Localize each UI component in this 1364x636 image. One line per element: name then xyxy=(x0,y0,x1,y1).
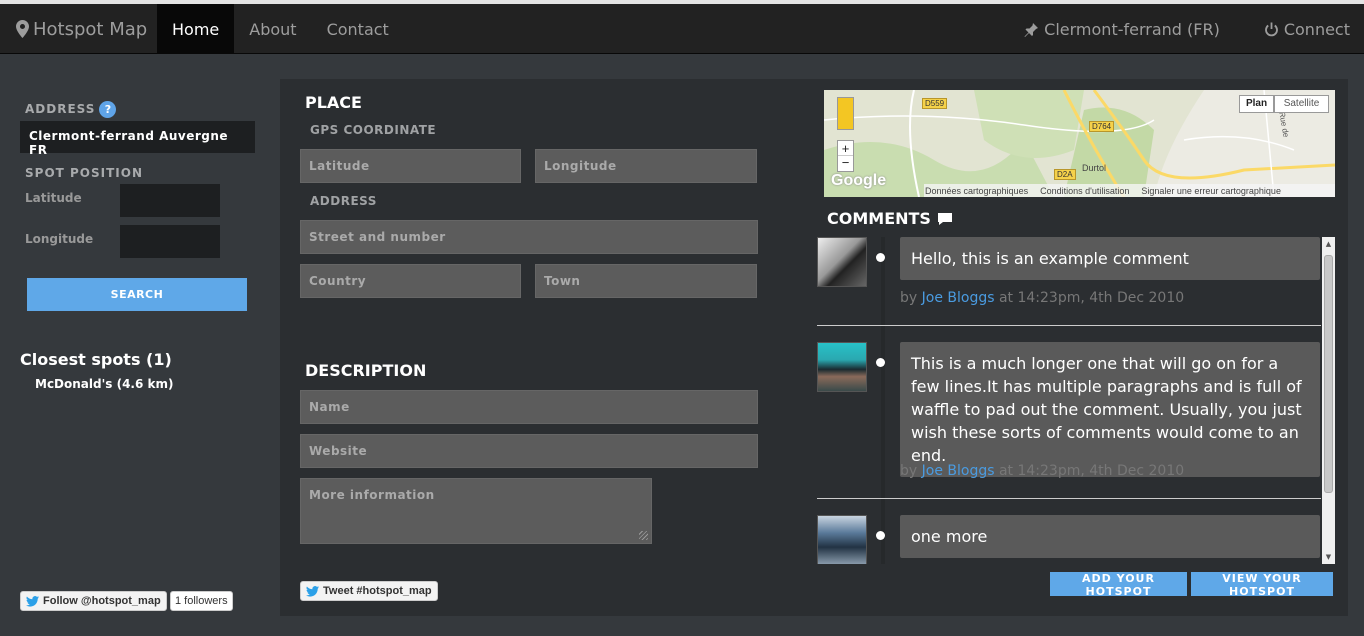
map-pin-icon xyxy=(16,20,29,38)
comments-heading: COMMENTS xyxy=(827,209,953,228)
map-report-link[interactable]: Signaler une erreur cartographique xyxy=(1141,186,1281,196)
map-view[interactable]: D559 D764 Durtol D2A Rue de + − Plan Sat… xyxy=(824,90,1335,197)
address-heading: ADDRESS? xyxy=(25,101,117,118)
map-town-label: Durtol xyxy=(1082,163,1107,173)
place-address-label: ADDRESS xyxy=(310,194,377,208)
comment-text: one more xyxy=(900,515,1320,558)
place-title: PLACE xyxy=(305,93,362,112)
nav-contact[interactable]: Contact xyxy=(312,4,404,54)
map-terms-link[interactable]: Conditions d'utilisation xyxy=(1040,186,1129,196)
comment-divider xyxy=(817,498,1321,499)
location-link[interactable]: Clermont-ferrand (FR) xyxy=(1024,20,1220,39)
tweet-label: Tweet #hotspot_map xyxy=(323,585,432,597)
pegman-icon[interactable] xyxy=(837,97,854,130)
comments-title: COMMENTS xyxy=(827,209,931,228)
longitude-input[interactable] xyxy=(120,225,220,258)
comment-author-link[interactable]: Joe Bloggs xyxy=(922,463,995,479)
search-button[interactable]: SEARCH xyxy=(27,278,247,311)
map-type-plan[interactable]: Plan xyxy=(1239,95,1274,113)
street-field[interactable]: Street and number xyxy=(300,220,758,254)
byline-prefix: by xyxy=(900,463,918,479)
zoom-control: + − xyxy=(837,140,854,172)
scroll-thumb[interactable] xyxy=(1324,255,1333,493)
longitude-field[interactable]: Longitude xyxy=(535,149,757,183)
comment-author-link[interactable]: Joe Bloggs xyxy=(922,290,995,306)
top-navbar: Hotspot Map Home About Contact Clermont-… xyxy=(0,4,1364,54)
comment-divider xyxy=(817,325,1321,326)
resize-handle-icon[interactable] xyxy=(639,531,648,540)
followers-count[interactable]: 1 followers xyxy=(170,591,233,611)
connect-label: Connect xyxy=(1283,19,1350,39)
byline-prefix: by xyxy=(900,290,918,306)
avatar[interactable] xyxy=(817,515,867,564)
view-hotspot-button[interactable]: VIEW YOUR HOTSPOT xyxy=(1191,572,1333,598)
town-field[interactable]: Town xyxy=(535,264,757,298)
zoom-out-button[interactable]: − xyxy=(838,156,853,171)
brand-link[interactable]: Hotspot Map xyxy=(16,4,147,54)
follow-label: Follow @hotspot_map xyxy=(43,595,161,607)
country-field[interactable]: Country xyxy=(300,264,521,298)
longitude-label: Longitude xyxy=(25,232,94,246)
main-nav: Home About Contact xyxy=(157,4,404,54)
description-title: DESCRIPTION xyxy=(305,361,427,380)
latitude-label: Latitude xyxy=(25,191,82,205)
location-label: Clermont-ferrand (FR) xyxy=(1044,19,1220,39)
comment-timestamp: at 14:23pm, 4th Dec 2010 xyxy=(998,463,1185,479)
search-sidebar: ADDRESS? Clermont-ferrand Auvergne FR SP… xyxy=(0,55,280,636)
power-icon xyxy=(1264,22,1278,36)
comments-scrollbar[interactable]: ▲ ▼ xyxy=(1322,237,1335,564)
avatar[interactable] xyxy=(817,342,867,392)
twitter-bird-icon xyxy=(306,585,319,597)
map-type-satellite[interactable]: Satellite xyxy=(1274,95,1329,113)
zoom-in-button[interactable]: + xyxy=(838,141,853,156)
comment-byline: by Joe Bloggs at 14:23pm, 4th Dec 2010 xyxy=(900,463,1184,479)
comments-list[interactable]: Hello, this is an example comment by Joe… xyxy=(817,237,1335,564)
nav-home[interactable]: Home xyxy=(157,4,235,54)
add-hotspot-button[interactable]: ADD YOUR HOTSPOT xyxy=(1050,572,1187,598)
navbar-right: Clermont-ferrand (FR) Connect xyxy=(1024,4,1350,54)
avatar[interactable] xyxy=(817,237,867,287)
twitter-bird-icon xyxy=(26,595,39,607)
address-input[interactable]: Clermont-ferrand Auvergne FR xyxy=(20,121,255,157)
gps-label: GPS COORDINATE xyxy=(310,123,437,137)
brand-label: Hotspot Map xyxy=(33,18,148,40)
comment-timestamp: at 14:23pm, 4th Dec 2010 xyxy=(998,290,1185,306)
latitude-input[interactable] xyxy=(120,184,220,217)
help-icon[interactable]: ? xyxy=(99,101,117,118)
comment-byline: by Joe Bloggs at 14:23pm, 4th Dec 2010 xyxy=(900,290,1184,306)
closest-spot-item[interactable]: McDonald's (4.6 km) xyxy=(35,377,174,391)
latitude-field[interactable]: Latitude xyxy=(300,149,521,183)
tweet-button[interactable]: Tweet #hotspot_map xyxy=(300,581,438,601)
map-road-label: D2A xyxy=(1054,169,1076,180)
twitter-follow-button[interactable]: Follow @hotspot_map xyxy=(20,591,167,611)
google-logo[interactable]: Google xyxy=(831,172,886,190)
scroll-up-icon[interactable]: ▲ xyxy=(1322,237,1335,251)
closest-spots-title: Closest spots (1) xyxy=(20,350,172,369)
pushpin-icon xyxy=(1024,22,1039,37)
name-field[interactable]: Name xyxy=(300,390,758,424)
main-panel: PLACE GPS COORDINATE Latitude Longitude … xyxy=(280,79,1348,616)
map-data-link[interactable]: Données cartographiques xyxy=(925,186,1028,196)
timeline-dot xyxy=(876,253,885,262)
address-heading-text: ADDRESS xyxy=(25,102,96,116)
comments-timeline xyxy=(881,237,885,564)
connect-link[interactable]: Connect xyxy=(1264,20,1350,39)
more-information-textarea[interactable]: More information xyxy=(300,478,652,544)
website-field[interactable]: Website xyxy=(300,434,758,468)
more-information-placeholder: More information xyxy=(309,488,435,502)
speech-bubble-icon xyxy=(937,212,952,225)
comment-text: This is a much longer one that will go o… xyxy=(900,342,1320,477)
comment-text: Hello, this is an example comment xyxy=(900,237,1320,280)
scroll-down-icon[interactable]: ▼ xyxy=(1322,550,1335,564)
spot-position-heading: SPOT POSITION xyxy=(25,166,143,180)
map-road-label: D764 xyxy=(1089,121,1115,132)
map-footer: Données cartographiques Conditions d'uti… xyxy=(924,184,1335,197)
timeline-dot xyxy=(876,358,885,367)
map-road-label: D559 xyxy=(922,98,948,109)
timeline-dot xyxy=(876,531,885,540)
nav-about[interactable]: About xyxy=(234,4,311,54)
